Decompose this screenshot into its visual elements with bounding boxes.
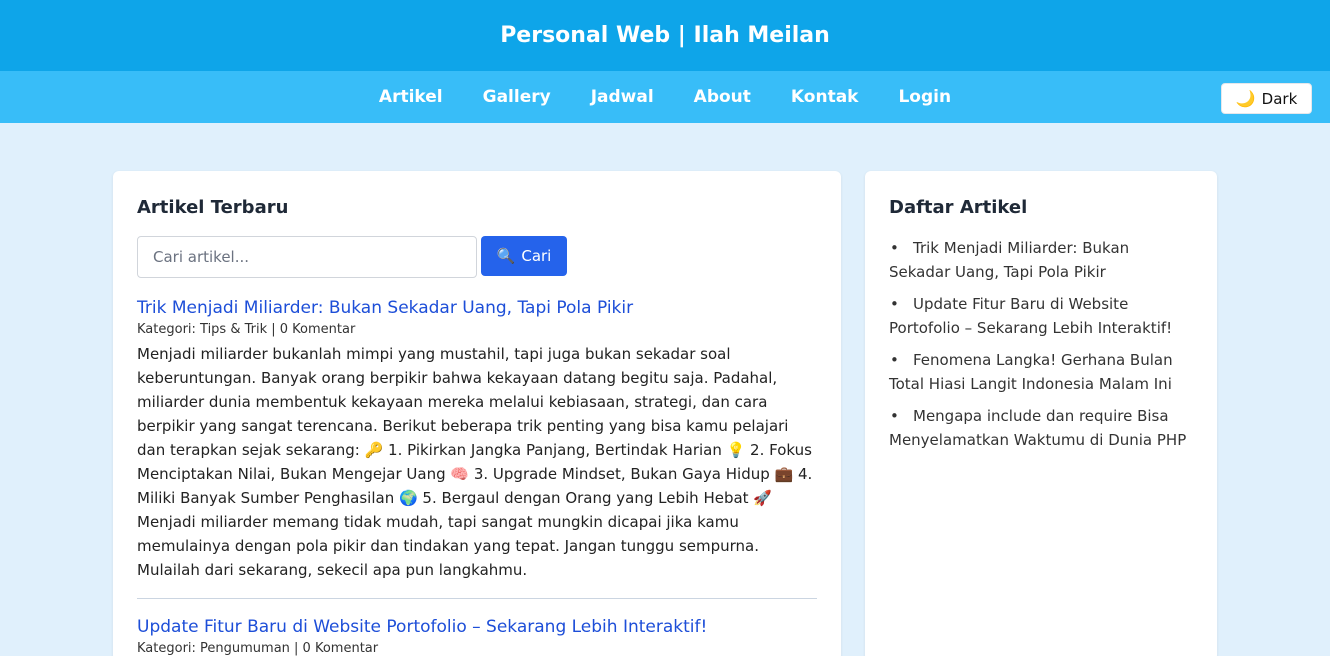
site-title: Personal Web | Ilah Meilan [500, 23, 830, 48]
search-bar: 🔍 Cari [137, 236, 817, 278]
sidebar-item-label: Mengapa include dan require Bisa Menyela… [889, 407, 1187, 449]
bullet-icon: • [890, 407, 899, 425]
dark-mode-label: Dark [1261, 89, 1298, 108]
search-input[interactable] [137, 236, 477, 278]
article-divider [137, 598, 817, 599]
article-meta: Kategori: Tips & Trik | 0 Komentar [137, 322, 356, 337]
bullet-icon: • [890, 351, 899, 369]
article-list-sidebar: Daftar Artikel • Trik Menjadi Miliarder: … [865, 171, 1217, 656]
sidebar-item[interactable]: • Fenomena Langka! Gerhana Bulan Total Hi… [889, 348, 1193, 396]
sidebar-item-label: Trik Menjadi Miliarder: Bukan Sekadar Ua… [889, 239, 1130, 281]
main-nav: Artikel Gallery Jadwal About Kontak Logi… [0, 71, 1330, 123]
bullet-icon: • [890, 239, 899, 257]
nav-item-jadwal[interactable]: Jadwal [591, 87, 654, 107]
sidebar-item-label: Update Fitur Baru di Website Portofolio … [889, 295, 1173, 337]
nav-item-login[interactable]: Login [898, 87, 951, 107]
sidebar-item[interactable]: • Update Fitur Baru di Website Portofolio… [889, 292, 1193, 340]
dark-mode-toggle[interactable]: 🌙 Dark [1221, 83, 1312, 114]
main-content: Artikel Terbaru 🔍 Cari Trik Menjadi Mili… [0, 123, 1330, 656]
article-title-link[interactable]: Update Fitur Baru di Website Portofolio … [137, 617, 817, 637]
search-button-label: Cari [521, 247, 552, 265]
articles-heading: Artikel Terbaru [137, 197, 289, 218]
nav-item-artikel[interactable]: Artikel [379, 87, 443, 107]
sidebar-list: • Trik Menjadi Miliarder: Bukan Sekadar U… [889, 236, 1193, 452]
article-item: Update Fitur Baru di Website Portofolio … [137, 617, 817, 656]
article-excerpt: Menjadi miliarder bukanlah mimpi yang mu… [137, 345, 813, 579]
nav-item-kontak[interactable]: Kontak [791, 87, 859, 107]
sidebar-item[interactable]: • Trik Menjadi Miliarder: Bukan Sekadar U… [889, 236, 1193, 284]
sidebar-item-label: Fenomena Langka! Gerhana Bulan Total Hia… [889, 351, 1173, 393]
search-button[interactable]: 🔍 Cari [481, 236, 567, 276]
article-title-link[interactable]: Trik Menjadi Miliarder: Bukan Sekadar Ua… [137, 298, 817, 318]
nav-item-about[interactable]: About [694, 87, 751, 107]
magnifier-icon: 🔍 [496, 247, 516, 265]
article-item: Trik Menjadi Miliarder: Bukan Sekadar Ua… [137, 298, 817, 582]
sidebar-heading: Daftar Artikel [889, 197, 1028, 218]
site-header: Personal Web | Ilah Meilan [0, 0, 1330, 71]
bullet-icon: • [890, 295, 899, 313]
article-meta: Kategori: Pengumuman | 0 Komentar [137, 641, 379, 656]
nav-item-gallery[interactable]: Gallery [483, 87, 551, 107]
sidebar-item[interactable]: • Mengapa include dan require Bisa Menyel… [889, 404, 1193, 452]
moon-icon: 🌙 [1235, 89, 1256, 108]
articles-card: Artikel Terbaru 🔍 Cari Trik Menjadi Mili… [113, 171, 841, 656]
nav-links: Artikel Gallery Jadwal About Kontak Logi… [379, 87, 951, 107]
